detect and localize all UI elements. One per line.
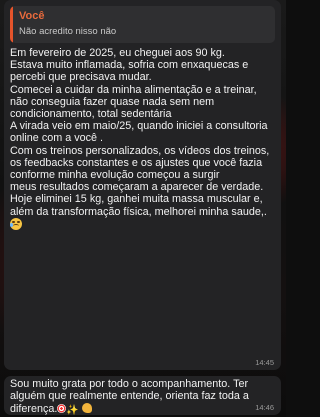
- crying-face-icon: [10, 217, 22, 230]
- message-text: Em fevereiro de 2025, eu cheguei aos 90 …: [10, 47, 275, 231]
- message-timestamp: 14:46: [255, 403, 274, 412]
- message-line: Comecei a cuidar da minha alimentação e …: [10, 83, 257, 121]
- message-bubble[interactable]: Sou muito grata por todo o acompanhament…: [4, 376, 281, 417]
- message-line: Com os treinos personalizados, os vídeos…: [10, 144, 270, 182]
- message-text: Sou muito grata por todo o acompanhament…: [10, 378, 275, 417]
- message-line: Hoje eliminei 15 kg, ganhei muita massa …: [10, 193, 267, 218]
- quoted-reply[interactable]: Você Não acredito nisso não: [10, 6, 275, 43]
- flexed-biceps-icon: [81, 402, 92, 413]
- message-bubble[interactable]: Você Não acredito nisso não Em fevereiro…: [4, 0, 281, 370]
- sparkles-icon: ✨: [66, 404, 79, 416]
- quote-text: Não acredito nisso não: [19, 26, 117, 37]
- message-timestamp: 14:45: [255, 358, 274, 367]
- message-line: meus resultados começaram a aparecer de …: [10, 181, 264, 194]
- target-icon: [57, 403, 67, 413]
- quote-accent-bar: [10, 6, 13, 43]
- message-line: Estava muito inflamada, sofria com enxaq…: [10, 59, 249, 84]
- quote-author: Você: [19, 10, 45, 22]
- message-line: Em fevereiro de 2025, eu cheguei aos 90 …: [10, 47, 225, 59]
- message-line: Sou muito grata por todo o acompanhament…: [10, 378, 249, 415]
- message-line: A virada veio em maio/25, quando iniciei…: [10, 120, 268, 145]
